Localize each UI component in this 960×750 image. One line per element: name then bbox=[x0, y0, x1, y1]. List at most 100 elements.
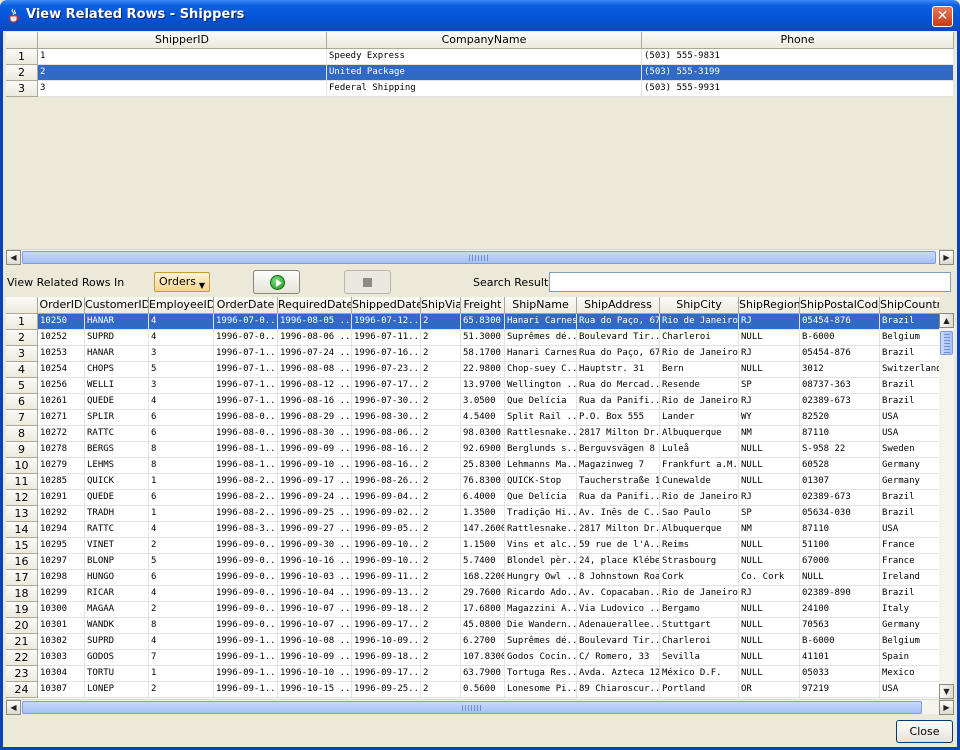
table-cell[interactable]: 65.8300 bbox=[461, 314, 505, 330]
row-number[interactable]: 2 bbox=[6, 65, 38, 81]
table-cell[interactable]: 87110 bbox=[800, 522, 880, 538]
table-cell[interactable]: Sweden bbox=[880, 442, 939, 458]
table-cell[interactable]: 2 bbox=[421, 330, 461, 346]
table-cell[interactable]: 2 bbox=[421, 426, 461, 442]
table-cell[interactable]: USA bbox=[880, 522, 939, 538]
scroll-left-icon[interactable]: ◀ bbox=[6, 250, 21, 265]
table-cell[interactable]: RATTC bbox=[85, 522, 149, 538]
table-cell[interactable]: 1996-08-06... bbox=[352, 426, 421, 442]
table-cell[interactable]: 3 bbox=[149, 378, 214, 394]
table-cell[interactable]: 1996-08-29 ... bbox=[278, 410, 352, 426]
table-row[interactable]: 17 10298 HUNGO 6 1996-09-0... 1996-10-03 ... 1… bbox=[6, 570, 939, 586]
scroll-right-icon[interactable]: ▶ bbox=[939, 250, 954, 265]
table-cell[interactable]: RJ bbox=[739, 586, 800, 602]
table-cell[interactable]: United Package bbox=[327, 65, 642, 81]
table-cell[interactable]: 2 bbox=[421, 458, 461, 474]
table-cell[interactable]: 2 bbox=[421, 442, 461, 458]
table-cell[interactable]: 2 bbox=[149, 602, 214, 618]
table-cell[interactable]: 2 bbox=[421, 506, 461, 522]
table-cell[interactable]: Die Wandern... bbox=[505, 618, 577, 634]
table-row[interactable]: 16 10297 BLONP 5 1996-09-0... 1996-10-16 ... 1… bbox=[6, 554, 939, 570]
table-cell[interactable]: QUEDE bbox=[85, 394, 149, 410]
table-cell[interactable]: NULL bbox=[739, 330, 800, 346]
table-cell[interactable]: 5 bbox=[149, 362, 214, 378]
table-row[interactable]: 2 2 United Package (503) 555-3199 bbox=[6, 65, 954, 81]
table-cell[interactable]: 05033 bbox=[800, 666, 880, 682]
table-cell[interactable]: Av. Inês de C... bbox=[577, 506, 660, 522]
table-cell[interactable]: 3 bbox=[38, 81, 327, 97]
table-cell[interactable]: 67000 bbox=[800, 554, 880, 570]
table-cell[interactable]: RJ bbox=[739, 314, 800, 330]
table-cell[interactable]: 107.8300 bbox=[461, 650, 505, 666]
table-cell[interactable]: 1996-10-08 ... bbox=[278, 634, 352, 650]
table-cell[interactable]: Brazil bbox=[880, 378, 939, 394]
table-cell[interactable]: Ireland bbox=[880, 570, 939, 586]
table-cell[interactable]: NULL bbox=[739, 474, 800, 490]
table-cell[interactable]: Magazzini A... bbox=[505, 602, 577, 618]
table-cell[interactable]: 1996-09-05... bbox=[352, 522, 421, 538]
table-cell[interactable]: 1996-07-0... bbox=[214, 330, 278, 346]
table-cell[interactable]: C/ Romero, 33 bbox=[577, 650, 660, 666]
table-cell[interactable]: France bbox=[880, 554, 939, 570]
table-cell[interactable]: SUPRD bbox=[85, 330, 149, 346]
table-cell[interactable]: 02389-673 bbox=[800, 490, 880, 506]
table-cell[interactable]: Speedy Express bbox=[327, 49, 642, 65]
table-cell[interactable]: Belgium bbox=[880, 330, 939, 346]
table-cell[interactable]: 1 bbox=[149, 474, 214, 490]
table-cell[interactable]: 1996-07-12... bbox=[352, 314, 421, 330]
table-cell[interactable]: 1996-09-11... bbox=[352, 570, 421, 586]
row-number[interactable]: 5 bbox=[6, 378, 38, 394]
table-cell[interactable]: Via Ludovico ... bbox=[577, 602, 660, 618]
table-cell[interactable]: 97219 bbox=[800, 682, 880, 698]
table-cell[interactable]: 6 bbox=[149, 490, 214, 506]
table-cell[interactable]: 3.0500 bbox=[461, 394, 505, 410]
table-cell[interactable]: 1996-08-1... bbox=[214, 458, 278, 474]
table-row[interactable]: 21 10302 SUPRD 4 1996-09-1... 1996-10-08 ... 1… bbox=[6, 634, 939, 650]
table-cell[interactable]: (503) 555-9931 bbox=[642, 81, 954, 97]
table-cell[interactable]: TORTU bbox=[85, 666, 149, 682]
table-cell[interactable]: (503) 555-3199 bbox=[642, 65, 954, 81]
table-cell[interactable]: Strasbourg bbox=[660, 554, 739, 570]
table-cell[interactable]: 1996-10-09 ... bbox=[278, 650, 352, 666]
table-cell[interactable]: 05634-030 bbox=[800, 506, 880, 522]
table-row[interactable]: 9 10278 BERGS 8 1996-08-1... 1996-09-09 ... 19… bbox=[6, 442, 939, 458]
table-cell[interactable]: 1996-07-24 ... bbox=[278, 346, 352, 362]
table-cell[interactable]: France bbox=[880, 538, 939, 554]
table-cell[interactable]: 02389-673 bbox=[800, 394, 880, 410]
table-cell[interactable]: 2 bbox=[421, 618, 461, 634]
table-cell[interactable]: Hanari Carnes bbox=[505, 314, 577, 330]
table-cell[interactable]: 1996-08-30 ... bbox=[278, 426, 352, 442]
table-cell[interactable]: 10254 bbox=[38, 362, 85, 378]
table-cell[interactable]: S-958 22 bbox=[800, 442, 880, 458]
table-cell[interactable]: 1996-09-25... bbox=[352, 682, 421, 698]
table-cell[interactable]: 1996-10-15 ... bbox=[278, 682, 352, 698]
table-cell[interactable]: Boulevard Tir... bbox=[577, 634, 660, 650]
row-number[interactable]: 11 bbox=[6, 474, 38, 490]
table-cell[interactable]: Bern bbox=[660, 362, 739, 378]
table-cell[interactable]: Que Delícia bbox=[505, 490, 577, 506]
table-cell[interactable]: Stuttgart bbox=[660, 618, 739, 634]
table-cell[interactable]: Tortuga Res... bbox=[505, 666, 577, 682]
table-cell[interactable]: RJ bbox=[739, 490, 800, 506]
related-table-dropdown[interactable]: Orders ▼ bbox=[154, 272, 210, 292]
table-cell[interactable]: 2 bbox=[421, 586, 461, 602]
row-number[interactable]: 3 bbox=[6, 81, 38, 97]
table-cell[interactable]: Luleå bbox=[660, 442, 739, 458]
table-cell[interactable]: 1996-09-0... bbox=[214, 554, 278, 570]
table-cell[interactable]: Sao Paulo bbox=[660, 506, 739, 522]
table-cell[interactable]: Bergamo bbox=[660, 602, 739, 618]
row-number[interactable]: 1 bbox=[6, 49, 38, 65]
table-row[interactable]: 24 10307 LONEP 2 1996-09-1... 1996-10-15 ... 1… bbox=[6, 682, 939, 698]
table-cell[interactable]: 1996-07-1... bbox=[214, 378, 278, 394]
table-cell[interactable]: 10285 bbox=[38, 474, 85, 490]
table-cell[interactable]: 02389-890 bbox=[800, 586, 880, 602]
table-cell[interactable]: (503) 555-9831 bbox=[642, 49, 954, 65]
row-number[interactable]: 1 bbox=[6, 314, 38, 330]
table-cell[interactable]: Godos Cocin... bbox=[505, 650, 577, 666]
table-cell[interactable]: 1996-09-0... bbox=[214, 538, 278, 554]
table-cell[interactable]: 1996-08-12 ... bbox=[278, 378, 352, 394]
table-cell[interactable]: 1996-09-09 ... bbox=[278, 442, 352, 458]
table-cell[interactable]: Tradição Hi... bbox=[505, 506, 577, 522]
table-cell[interactable]: 10271 bbox=[38, 410, 85, 426]
table-cell[interactable]: 3 bbox=[149, 346, 214, 362]
